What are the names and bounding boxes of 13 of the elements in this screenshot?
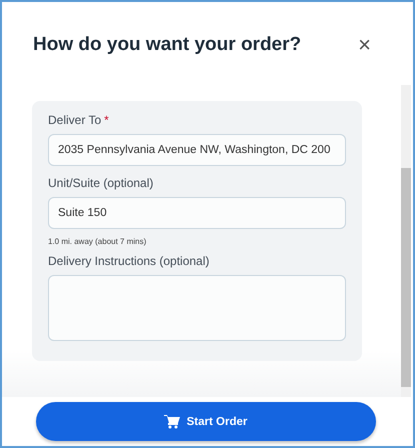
distance-note: 1.0 mi. away (about 7 mins) (48, 237, 148, 246)
field-label: Deliver To (48, 113, 102, 127)
text-area[interactable] (48, 275, 346, 341)
cart-icon (164, 414, 180, 429)
scrollbar[interactable] (401, 85, 411, 397)
start-order-button[interactable]: Start Order (36, 402, 376, 441)
field-label: Unit/Suite (optional) (48, 176, 154, 190)
close-button[interactable]: × (358, 34, 371, 56)
dialog-title: How do you want your order? (33, 34, 302, 56)
field-label: Delivery Instructions (optional) (48, 254, 210, 268)
required-mark: * (104, 113, 109, 127)
input-field[interactable]: 2035 Pennsylvania Avenue NW, Washington, DC 200 (48, 134, 346, 166)
input-field[interactable]: Suite 150 (48, 197, 346, 229)
